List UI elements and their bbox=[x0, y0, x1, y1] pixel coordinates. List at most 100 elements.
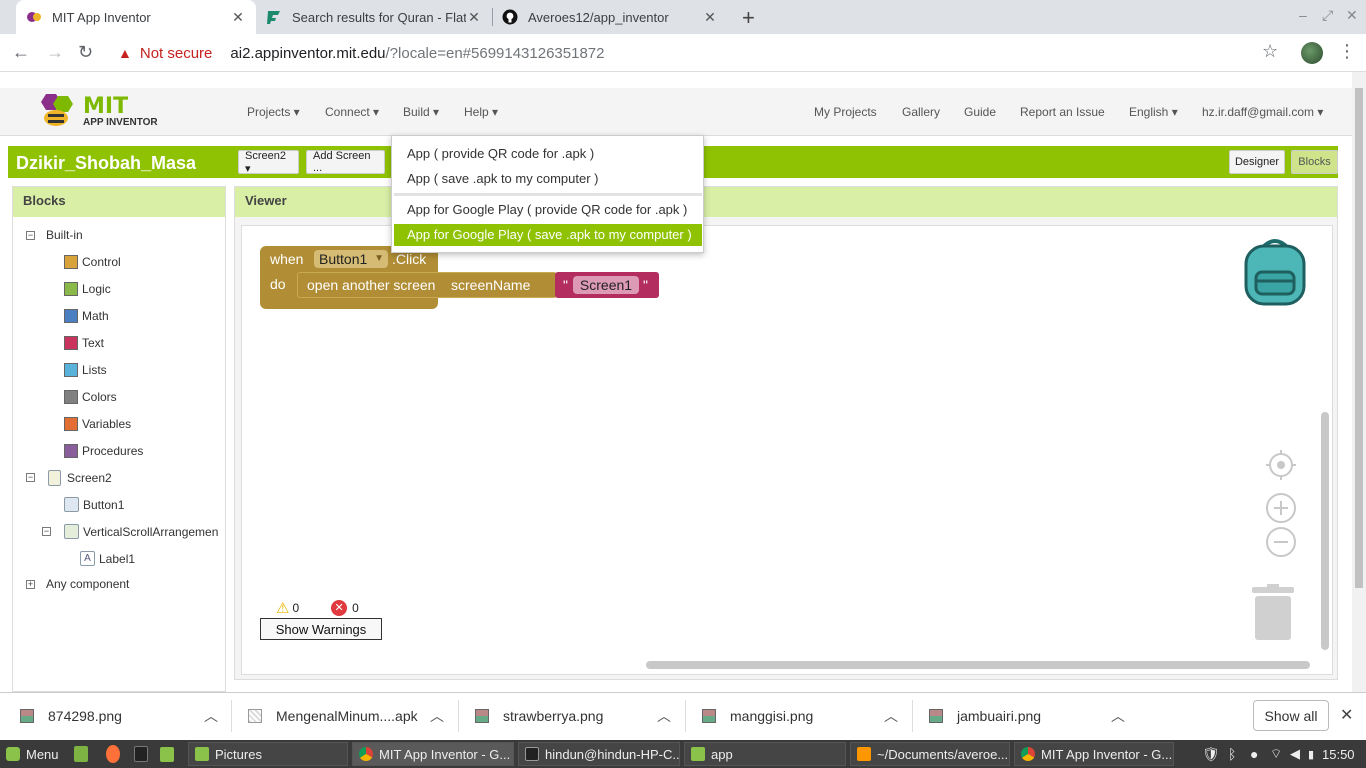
user-icon[interactable]: ● bbox=[1250, 742, 1258, 766]
builtin-variables[interactable]: Variables bbox=[64, 417, 131, 431]
menu-connect[interactable]: Connect ▾ bbox=[325, 105, 379, 119]
taskbar-window-app-folder[interactable]: app bbox=[684, 742, 846, 766]
chevron-up-icon[interactable]: ︿ bbox=[430, 706, 444, 726]
download-item[interactable]: manggisi.png ︿ bbox=[702, 692, 898, 740]
chevron-up-icon[interactable]: ︿ bbox=[884, 706, 898, 726]
account-menu[interactable]: hz.ir.daff@gmail.com ▾ bbox=[1202, 105, 1323, 119]
menu-help[interactable]: Help ▾ bbox=[464, 105, 498, 119]
download-item[interactable]: 874298.png ︿ bbox=[20, 692, 218, 740]
component-dropdown[interactable]: Button1 ▼ bbox=[314, 250, 388, 268]
app-inventor-logo[interactable]: MIT APP INVENTOR bbox=[36, 92, 166, 132]
taskbar-window-chrome-1[interactable]: MIT App Inventor - G... bbox=[352, 742, 514, 766]
github-favicon-icon bbox=[502, 9, 518, 25]
designer-button[interactable]: Designer bbox=[1229, 150, 1285, 174]
tree-builtin[interactable]: Built-in bbox=[46, 228, 83, 242]
builtin-logic[interactable]: Logic bbox=[64, 282, 111, 296]
download-item[interactable]: MengenalMinum....apk ︿ bbox=[248, 692, 444, 740]
build-app-save-apk[interactable]: App ( save .apk to my computer ) bbox=[394, 168, 702, 190]
backpack-icon[interactable] bbox=[1242, 236, 1308, 306]
trash-icon[interactable] bbox=[1252, 584, 1294, 640]
minimize-icon[interactable]: – bbox=[1299, 7, 1307, 23]
taskbar-window-terminal[interactable]: hindun@hindun-HP-C... bbox=[518, 742, 680, 766]
builtin-control[interactable]: Control bbox=[64, 255, 121, 269]
volume-icon[interactable]: ◀ bbox=[1290, 742, 1300, 766]
zoom-out-icon[interactable] bbox=[1265, 526, 1297, 558]
link-guide[interactable]: Guide bbox=[964, 105, 996, 119]
download-item[interactable]: strawberrya.png ︿ bbox=[475, 692, 671, 740]
wifi-icon[interactable]: ⌔ bbox=[1270, 742, 1282, 766]
window-close-icon[interactable]: ✕ bbox=[1346, 7, 1358, 24]
start-menu-button[interactable]: Menu bbox=[6, 742, 59, 766]
expand-any-component-icon[interactable]: + bbox=[26, 580, 35, 589]
page-scrollbar[interactable] bbox=[1352, 72, 1366, 692]
profile-avatar[interactable] bbox=[1301, 42, 1323, 64]
bluetooth-icon[interactable]: ᛒ bbox=[1228, 742, 1236, 766]
builtin-math[interactable]: Math bbox=[64, 309, 109, 323]
taskbar-window-chrome-2[interactable]: MIT App Inventor - G... bbox=[1014, 742, 1174, 766]
tab-mit-app-inventor[interactable]: MIT App Inventor ✕ bbox=[16, 0, 256, 34]
shield-icon[interactable]: 🛡 bbox=[1202, 742, 1220, 766]
collapse-screen2-icon[interactable]: − bbox=[26, 473, 35, 482]
blocks-button[interactable]: Blocks bbox=[1291, 150, 1338, 174]
workspace-horizontal-scrollbar[interactable] bbox=[646, 661, 1310, 669]
language-selector[interactable]: English ▾ bbox=[1129, 105, 1178, 119]
chevron-up-icon[interactable]: ︿ bbox=[1111, 706, 1125, 726]
tab-close-icon[interactable]: ✕ bbox=[230, 9, 246, 26]
tree-label1[interactable]: A Label1 bbox=[80, 551, 135, 566]
builtin-procedures[interactable]: Procedures bbox=[64, 444, 143, 458]
clock[interactable]: 15:50 bbox=[1322, 742, 1355, 766]
bookmark-star-icon[interactable]: ☆ bbox=[1262, 41, 1278, 62]
builtin-text[interactable]: Text bbox=[64, 336, 104, 350]
close-downloads-icon[interactable]: ✕ bbox=[1340, 705, 1353, 725]
taskbar-window-label: Pictures bbox=[215, 746, 262, 762]
tab-github[interactable]: Averoes12/app_inventor ✕ bbox=[492, 0, 728, 34]
reload-icon[interactable]: ↻ bbox=[78, 42, 93, 63]
taskbar-window-sublime[interactable]: ~/Documents/averoe... bbox=[850, 742, 1010, 766]
terminal-launcher[interactable] bbox=[134, 742, 154, 766]
tree-button1[interactable]: Button1 bbox=[64, 497, 124, 512]
recenter-icon[interactable] bbox=[1265, 449, 1297, 481]
string-value-field[interactable]: Screen1 bbox=[573, 276, 639, 294]
show-all-downloads-button[interactable]: Show all bbox=[1253, 700, 1329, 731]
maximize-icon[interactable]: ⤢ bbox=[1322, 7, 1333, 24]
tree-vertical-scroll-arrangement[interactable]: VerticalScrollArrangemen bbox=[64, 524, 224, 539]
collapse-arrangement-icon[interactable]: − bbox=[42, 527, 51, 536]
menu-projects[interactable]: Projects ▾ bbox=[247, 105, 300, 119]
chrome-icon bbox=[359, 747, 373, 761]
tab-close-icon[interactable]: ✕ bbox=[702, 9, 718, 26]
builtin-lists[interactable]: Lists bbox=[64, 363, 107, 377]
taskbar-window-pictures[interactable]: Pictures bbox=[188, 742, 348, 766]
tab-close-icon[interactable]: ✕ bbox=[466, 9, 482, 26]
address-bar[interactable]: ▲ Not secure ai2.appinventor.mit.edu /?l… bbox=[108, 38, 1288, 68]
firefox-launcher[interactable] bbox=[106, 742, 126, 766]
zoom-in-icon[interactable] bbox=[1265, 492, 1297, 524]
build-app-qr[interactable]: App ( provide QR code for .apk ) bbox=[394, 143, 702, 165]
builtin-colors[interactable]: Colors bbox=[64, 390, 117, 404]
build-google-play-qr[interactable]: App for Google Play ( provide QR code fo… bbox=[394, 199, 702, 221]
back-icon[interactable]: ← bbox=[12, 42, 30, 63]
browser-menu-icon[interactable]: ⋮ bbox=[1338, 41, 1356, 62]
download-item[interactable]: jambuairi.png ︿ bbox=[929, 692, 1125, 740]
mint-menu-icon bbox=[6, 747, 20, 761]
files-launcher[interactable] bbox=[160, 742, 180, 766]
link-my-projects[interactable]: My Projects bbox=[814, 105, 877, 119]
build-google-play-save-apk[interactable]: App for Google Play ( save .apk to my co… bbox=[394, 224, 702, 246]
screen-selector-button[interactable]: Screen2 ▾ bbox=[238, 150, 299, 175]
battery-icon[interactable]: ▮ bbox=[1308, 742, 1314, 766]
page-scrollbar-thumb[interactable] bbox=[1355, 88, 1363, 588]
collapse-builtin-icon[interactable]: − bbox=[26, 231, 35, 240]
menu-build[interactable]: Build ▾ bbox=[403, 105, 439, 119]
link-report-issue[interactable]: Report an Issue bbox=[1020, 105, 1105, 119]
forward-icon[interactable]: → bbox=[46, 42, 64, 63]
show-warnings-button[interactable]: Show Warnings bbox=[260, 618, 382, 640]
new-tab-button[interactable]: + bbox=[742, 5, 755, 31]
chevron-up-icon[interactable]: ︿ bbox=[204, 706, 218, 726]
workspace-vertical-scrollbar[interactable] bbox=[1321, 412, 1329, 650]
tab-flaticon[interactable]: Search results for Quran - Flatic ✕ bbox=[256, 0, 492, 34]
tree-any-component[interactable]: Any component bbox=[46, 577, 129, 591]
link-gallery[interactable]: Gallery bbox=[902, 105, 940, 119]
chevron-up-icon[interactable]: ︿ bbox=[657, 706, 671, 726]
show-desktop-launcher[interactable] bbox=[74, 742, 94, 766]
tree-screen2[interactable]: Screen2 bbox=[48, 470, 112, 486]
add-screen-button[interactable]: Add Screen ... bbox=[306, 150, 385, 174]
